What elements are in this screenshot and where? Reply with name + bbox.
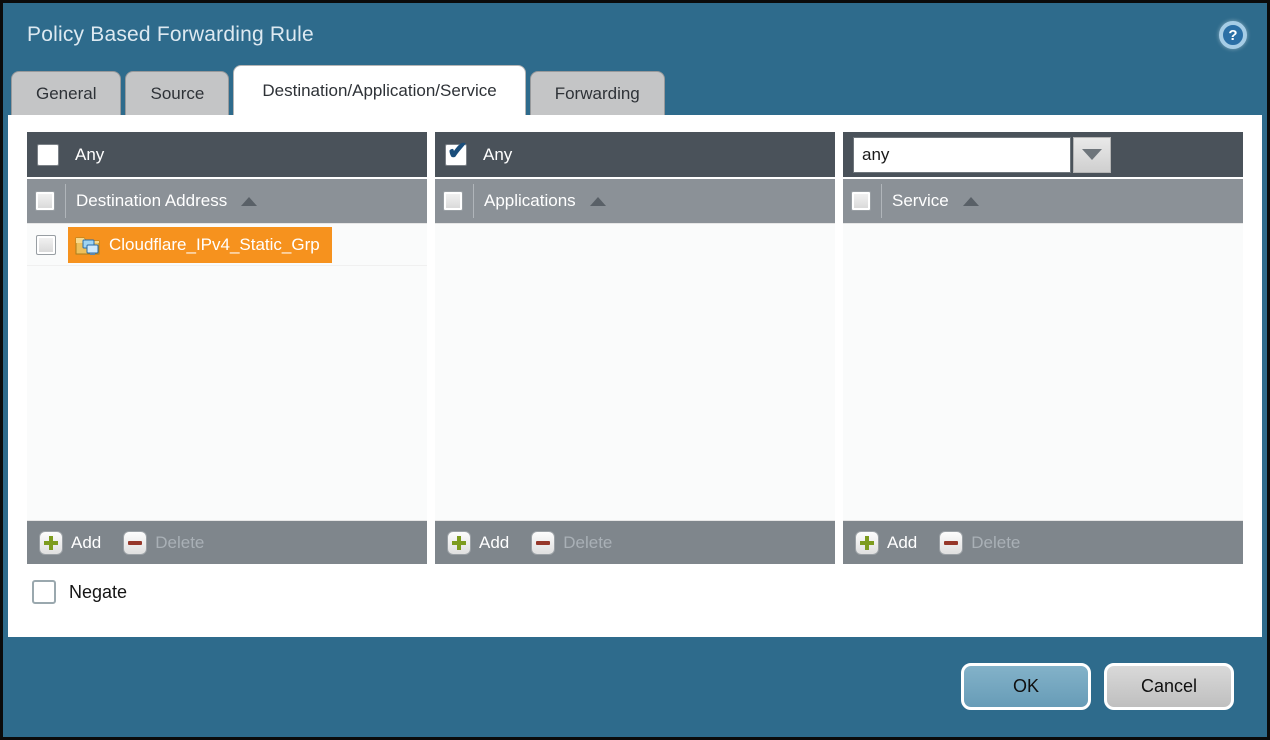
minus-icon: [531, 531, 555, 555]
sort-ascending-icon: [590, 197, 606, 206]
add-label: Add: [71, 533, 101, 553]
destination-address-panel: Any Destination Address: [27, 132, 427, 564]
applications-add-button[interactable]: Add: [447, 531, 509, 555]
service-dropdown-value[interactable]: [853, 137, 1071, 173]
delete-label: Delete: [155, 533, 204, 553]
service-select-all-checkbox[interactable]: [851, 191, 871, 211]
negate-checkbox[interactable]: [32, 580, 56, 604]
tab-general[interactable]: General: [11, 71, 121, 115]
tab-content-panel: Any Destination Address: [8, 115, 1262, 637]
tab-destination-application-service[interactable]: Destination/Application/Service: [233, 65, 525, 115]
applications-column-header[interactable]: Applications: [435, 179, 835, 224]
destination-select-all-checkbox[interactable]: [35, 191, 55, 211]
header-divider: [65, 184, 66, 218]
service-delete-button[interactable]: Delete: [939, 531, 1020, 555]
plus-icon: [39, 531, 63, 555]
plus-icon: [855, 531, 879, 555]
sort-ascending-icon: [241, 197, 257, 206]
dialog-titlebar: Policy Based Forwarding Rule ?: [3, 3, 1267, 67]
delete-label: Delete: [971, 533, 1020, 553]
applications-any-checkbox[interactable]: [445, 144, 467, 166]
destination-any-label: Any: [75, 145, 104, 165]
tab-bar: General Source Destination/Application/S…: [3, 67, 1267, 115]
service-any-bar: [843, 132, 1243, 179]
service-list: [843, 224, 1243, 520]
add-label: Add: [887, 533, 917, 553]
service-panel: Service Add Delete: [843, 132, 1243, 564]
service-dropdown: [853, 137, 1111, 173]
destination-header-label: Destination Address: [76, 191, 227, 211]
applications-panel: Any Applications Add: [435, 132, 835, 564]
service-dropdown-button[interactable]: [1073, 137, 1111, 173]
address-group-icon: [75, 234, 101, 256]
applications-any-label: Any: [483, 145, 512, 165]
applications-select-all-checkbox[interactable]: [443, 191, 463, 211]
ok-button[interactable]: OK: [961, 663, 1091, 710]
help-icon[interactable]: ?: [1219, 21, 1247, 49]
negate-row: Negate: [27, 580, 1243, 604]
destination-any-checkbox[interactable]: [37, 144, 59, 166]
policy-based-forwarding-dialog: Policy Based Forwarding Rule ? General S…: [0, 0, 1270, 740]
minus-icon: [939, 531, 963, 555]
cancel-button[interactable]: Cancel: [1104, 663, 1234, 710]
destination-any-bar: Any: [27, 132, 427, 179]
service-column-header[interactable]: Service: [843, 179, 1243, 224]
plus-icon: [447, 531, 471, 555]
dialog-button-bar: OK Cancel: [961, 663, 1234, 710]
service-add-button[interactable]: Add: [855, 531, 917, 555]
destination-delete-button[interactable]: Delete: [123, 531, 204, 555]
destination-row-label: Cloudflare_IPv4_Static_Grp: [109, 235, 320, 255]
selector-columns: Any Destination Address: [27, 132, 1243, 564]
destination-add-button[interactable]: Add: [39, 531, 101, 555]
destination-row-value[interactable]: Cloudflare_IPv4_Static_Grp: [68, 227, 332, 263]
service-footer: Add Delete: [843, 520, 1243, 564]
applications-any-bar: Any: [435, 132, 835, 179]
add-label: Add: [479, 533, 509, 553]
dialog-title: Policy Based Forwarding Rule: [27, 23, 314, 47]
applications-header-label: Applications: [484, 191, 576, 211]
applications-footer: Add Delete: [435, 520, 835, 564]
destination-list: Cloudflare_IPv4_Static_Grp: [27, 224, 427, 520]
service-header-label: Service: [892, 191, 949, 211]
tab-forwarding[interactable]: Forwarding: [530, 71, 665, 115]
minus-icon: [123, 531, 147, 555]
tab-source[interactable]: Source: [125, 71, 229, 115]
destination-list-row: Cloudflare_IPv4_Static_Grp: [27, 224, 427, 266]
negate-label: Negate: [69, 582, 127, 603]
delete-label: Delete: [563, 533, 612, 553]
destination-column-header[interactable]: Destination Address: [27, 179, 427, 224]
chevron-down-icon: [1082, 149, 1102, 160]
applications-delete-button[interactable]: Delete: [531, 531, 612, 555]
destination-row-checkbox[interactable]: [36, 235, 56, 255]
sort-ascending-icon: [963, 197, 979, 206]
destination-footer: Add Delete: [27, 520, 427, 564]
header-divider: [473, 184, 474, 218]
header-divider: [881, 184, 882, 218]
applications-list: [435, 224, 835, 520]
